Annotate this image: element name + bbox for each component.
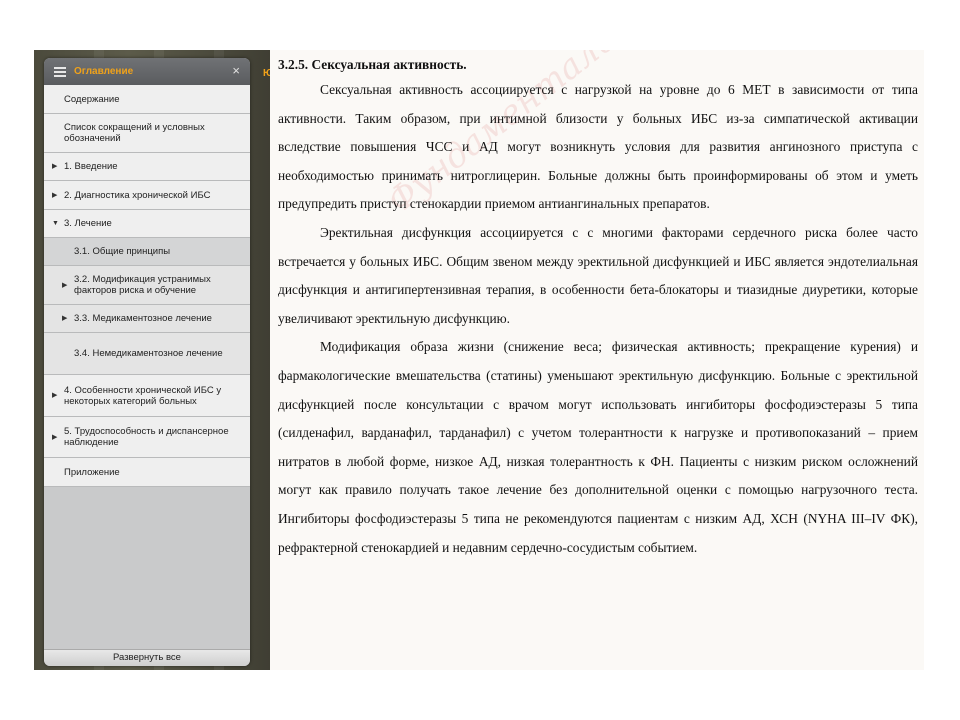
chevron-down-icon[interactable]: ▼ (52, 218, 59, 229)
toc-item-label: 4. Особенности хронической ИБС у некотор… (64, 384, 222, 407)
paragraph: Модификация образа жизни (снижение веса;… (278, 339, 918, 555)
toc-item-label: 3.3. Медикаментозное лечение (74, 313, 212, 324)
toc-item-label: 5. Трудоспособность и диспансерное наблю… (64, 426, 229, 448)
chevron-right-icon[interactable]: ▶ (52, 432, 57, 443)
document-text: 3.2.5. Сексуальная активность. Сексуальн… (278, 54, 918, 562)
toc-item-label: Приложение (64, 466, 120, 478)
chevron-right-icon[interactable]: ▶ (52, 390, 57, 401)
toc-item-label: 3.4. Немедикаментозное лечение (74, 348, 223, 359)
toc-item-label: Содержание (64, 93, 120, 105)
toc-header: Оглавление × (44, 58, 250, 85)
chevron-right-icon[interactable]: ▶ (62, 280, 67, 291)
toc-item-label: 2. Диагностика хронической ИБС (64, 189, 211, 201)
chevron-right-icon[interactable]: ▶ (62, 313, 67, 324)
toc-item[interactable]: ▶ 3.2. Модификация устранимых факторов ри… (44, 266, 250, 305)
toc-item-label: 3.2. Модификация устранимых факторов рис… (74, 274, 211, 296)
menu-icon[interactable] (54, 66, 66, 77)
toc-item[interactable]: 3.1. Общие принципы (44, 238, 250, 266)
toc-item[interactable]: ▶ 3.3. Медикаментозное лечение (44, 305, 250, 333)
expand-all-button[interactable]: Развернуть все (44, 649, 250, 666)
toc-item[interactable]: ▶ 1. Введение (44, 153, 250, 181)
toc-item[interactable]: Приложение (44, 458, 250, 487)
toc-title: Оглавление (74, 66, 134, 77)
toc-item[interactable]: ▶ 5. Трудоспособность и диспансерное набл… (44, 417, 250, 458)
toc-item[interactable]: Содержание (44, 85, 250, 114)
document-page: Фундаментальная электронная библиотека 3… (270, 50, 924, 670)
toc-list: Содержание Список сокращений и условных о… (44, 85, 250, 487)
paragraph: Сексуальная активность ассоциируется с н… (278, 82, 918, 212)
toc-item[interactable]: ▶ 2. Диагностика хронической ИБС (44, 181, 250, 210)
toc-item-label: 3.1. Общие принципы (74, 246, 171, 257)
toc-item-label: Список сокращений и условных обозначений (64, 122, 205, 144)
close-icon[interactable]: × (232, 64, 240, 78)
toc-item[interactable]: 3.4. Немедикаментозное лечение (44, 333, 250, 375)
toc-sidebar: Оглавление × Содержание Список сокращений… (44, 58, 250, 666)
toc-item[interactable]: Список сокращений и условных обозначений (44, 114, 250, 153)
paragraph: Эректильная дисфункция ассоциируется с с… (278, 224, 918, 326)
section-heading: 3.2.5. Сексуальная активность. (278, 57, 467, 72)
toc-item[interactable]: ▶ 4. Особенности хронической ИБС у некото… (44, 375, 250, 417)
chevron-right-icon[interactable]: ▶ (52, 190, 57, 201)
document-viewer: Ю Оглавление × Содержание Список сокращен… (34, 50, 924, 670)
toc-item[interactable]: ▼ 3. Лечение (44, 210, 250, 238)
chevron-right-icon[interactable]: ▶ (52, 161, 57, 172)
